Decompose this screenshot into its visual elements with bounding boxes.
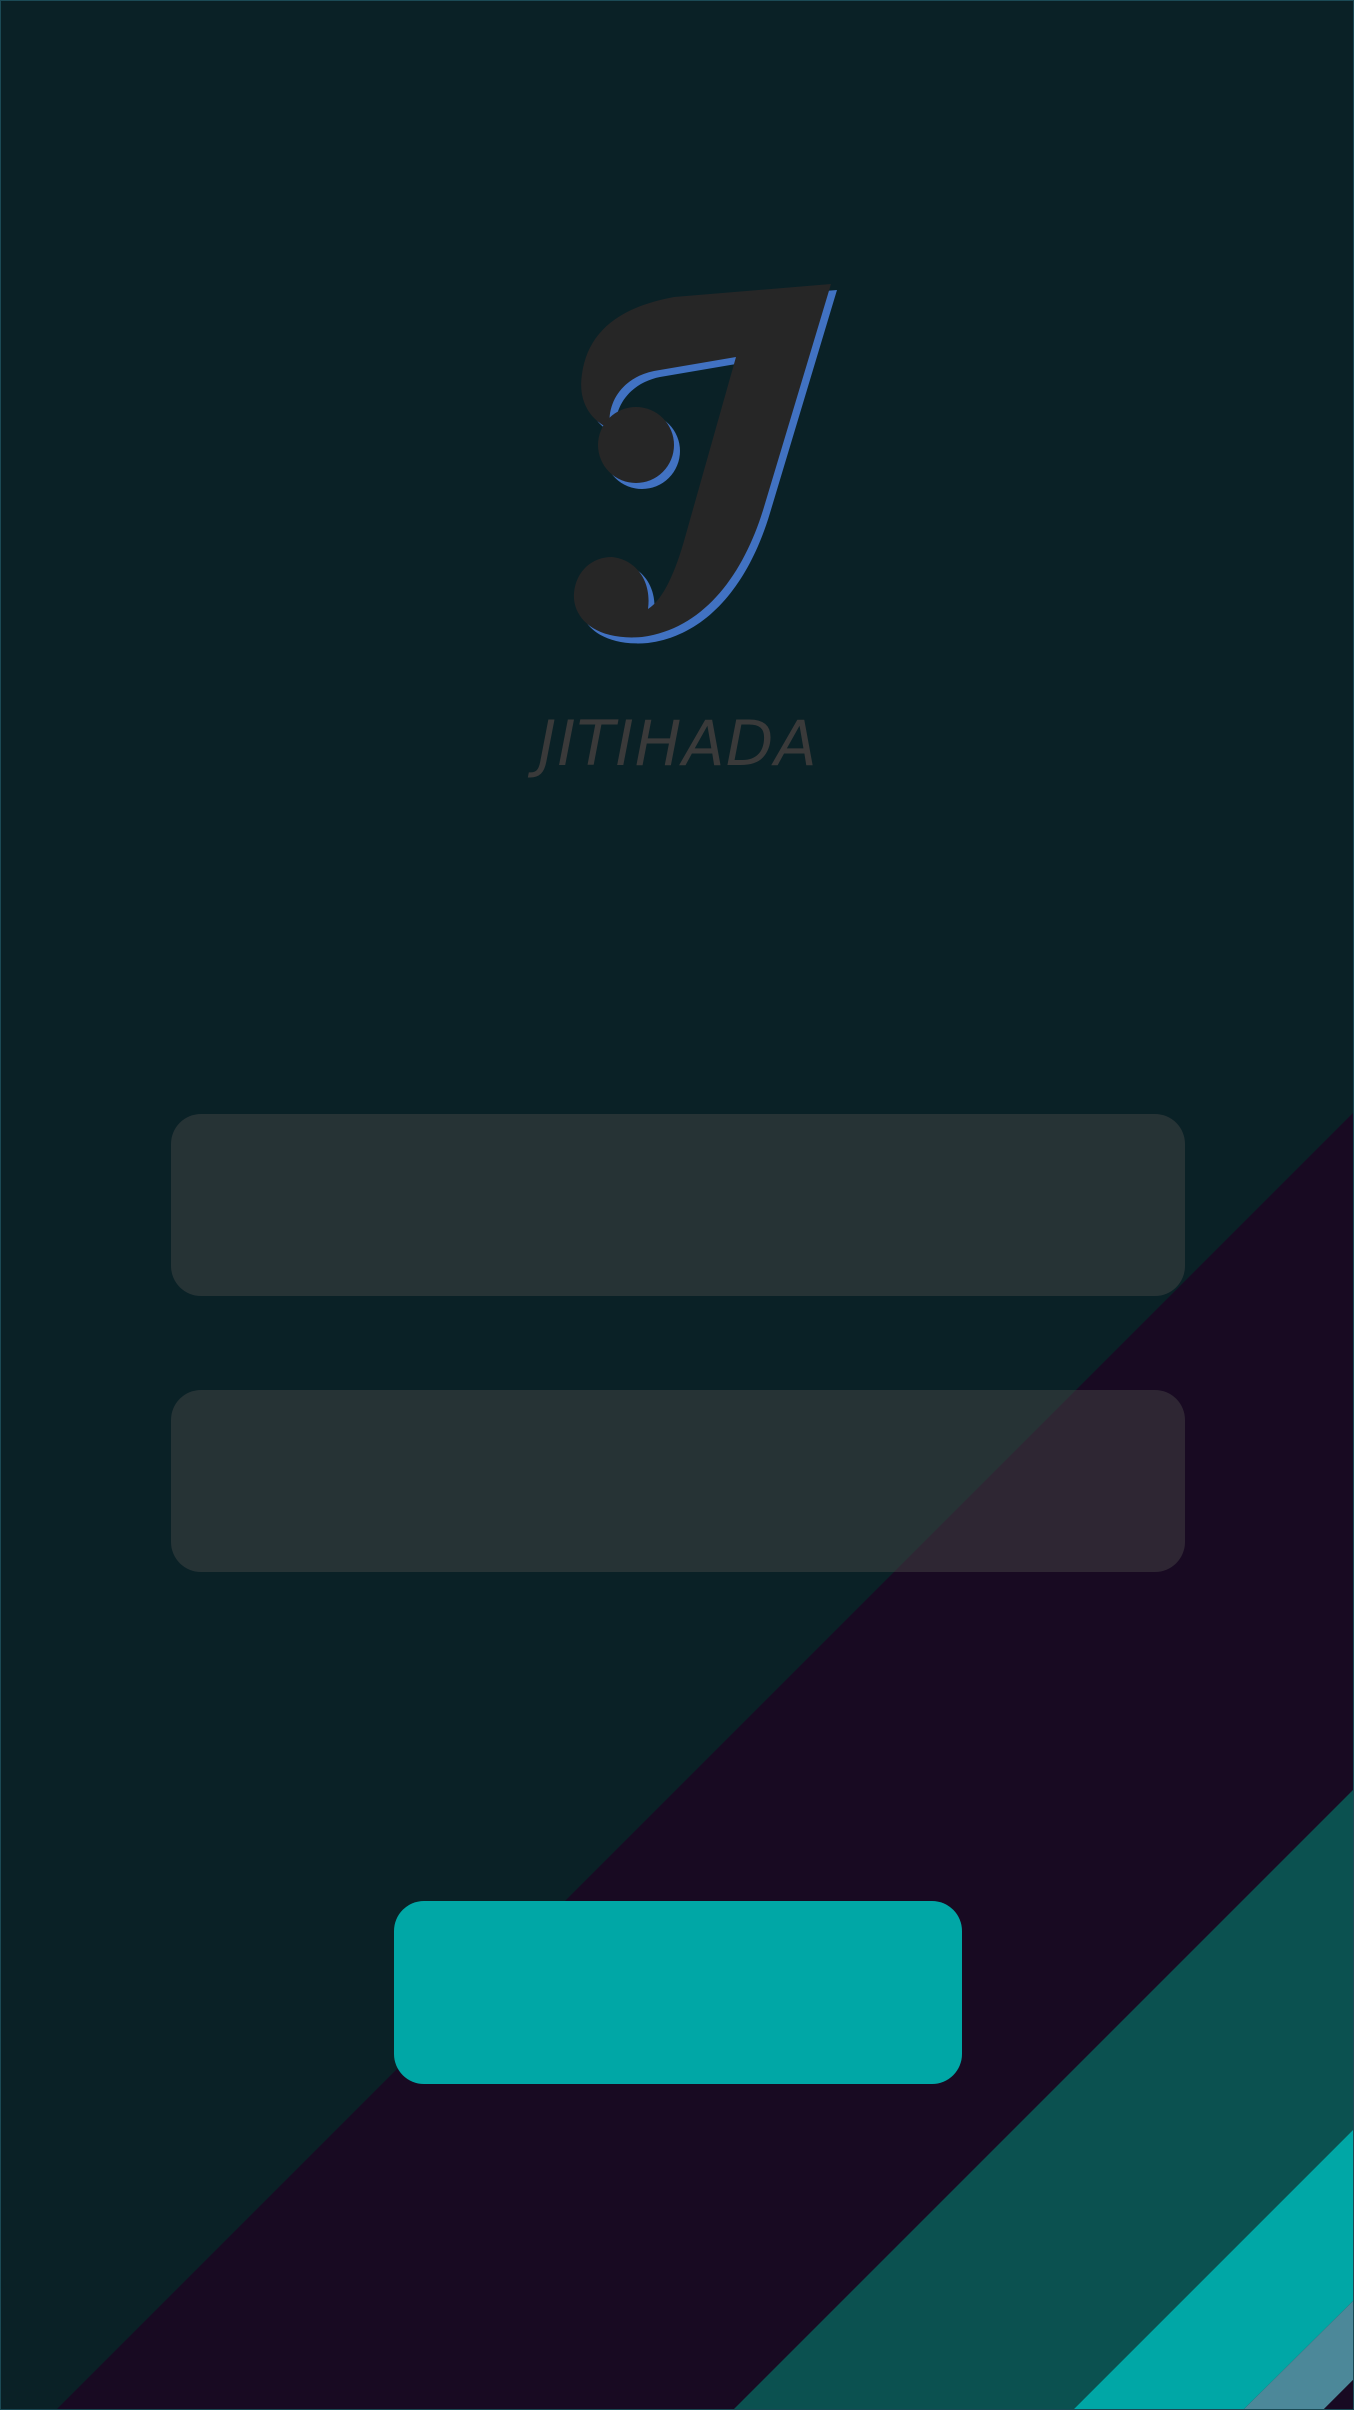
stylized-j-logo-icon <box>573 284 837 644</box>
login-screen: JITIHADA <box>0 0 1354 2410</box>
app-name-title: JITIHADA <box>538 707 818 780</box>
password-field[interactable] <box>171 1390 1185 1572</box>
login-button[interactable] <box>394 1901 962 2084</box>
username-field[interactable] <box>171 1114 1185 1296</box>
